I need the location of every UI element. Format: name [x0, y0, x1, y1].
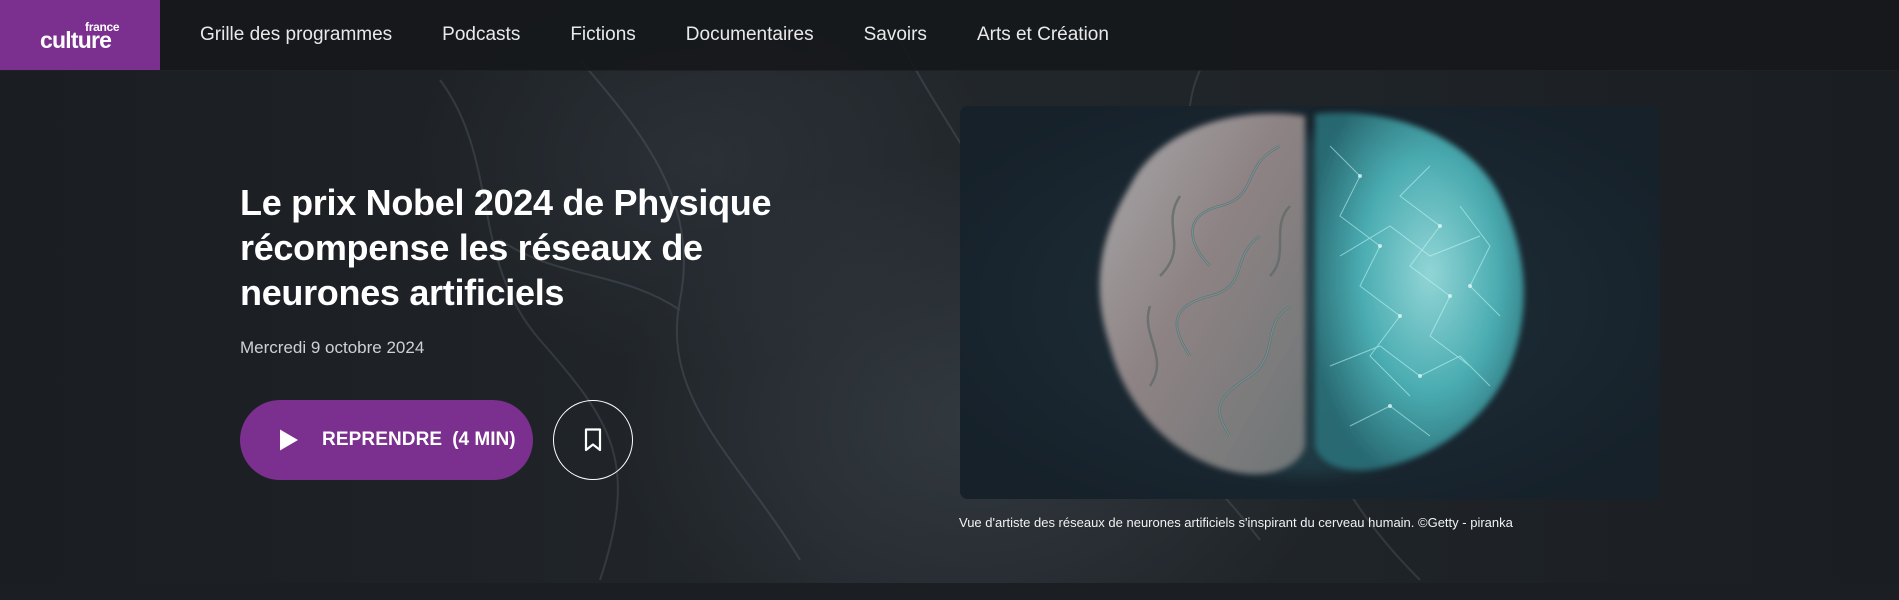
bookmark-icon: [584, 428, 602, 452]
logo-text-culture: culture: [40, 27, 112, 53]
bookmark-button[interactable]: [553, 400, 633, 480]
nav-item-podcasts[interactable]: Podcasts: [442, 0, 520, 70]
image-caption: Vue d'artiste des réseaux de neurones ar…: [959, 515, 1513, 530]
article-date: Mercredi 9 octobre 2024: [240, 338, 425, 357]
play-icon: [280, 429, 298, 451]
brain-illustration: [960, 106, 1660, 499]
main-nav: Grille des programmes Podcasts Fictions …: [200, 0, 1159, 70]
resume-label: REPRENDRE: [322, 429, 443, 450]
nav-item-documentaires[interactable]: Documentaires: [686, 0, 814, 70]
nav-item-grille-des-programmes[interactable]: Grille des programmes: [200, 0, 392, 70]
article-title: Le prix Nobel 2024 de Physique récompens…: [240, 182, 772, 313]
top-navigation-bar: france culture Grille des programmes Pod…: [0, 0, 1899, 71]
nav-item-savoirs[interactable]: Savoirs: [864, 0, 927, 70]
resume-audio-button[interactable]: REPRENDRE (4 MIN): [240, 400, 533, 480]
resume-duration: (4 MIN): [452, 429, 516, 450]
nav-item-fictions[interactable]: Fictions: [570, 0, 635, 70]
article-image: [960, 106, 1660, 499]
nav-item-arts-et-creation[interactable]: Arts et Création: [977, 0, 1109, 70]
france-culture-logo[interactable]: france culture: [0, 0, 160, 70]
